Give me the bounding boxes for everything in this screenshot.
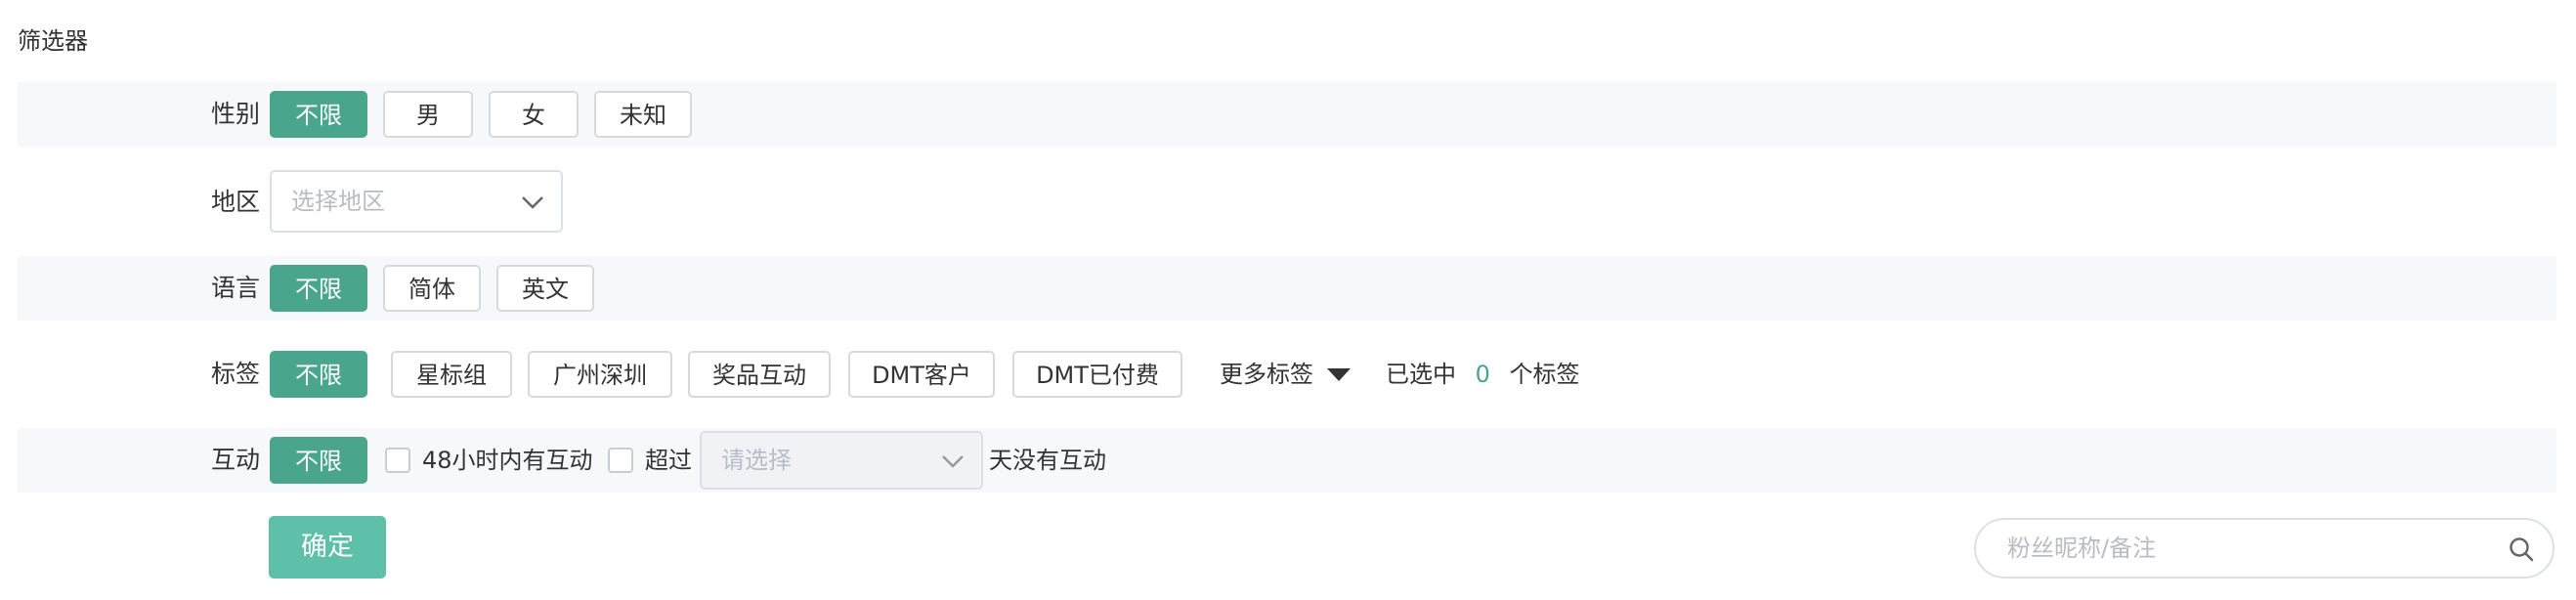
tags-label: 标签 [210, 360, 260, 388]
selected-tags-count: 0 [1475, 361, 1490, 388]
selected-tags-summary: 已选中 0 个标签 [1386, 342, 1580, 407]
region-label: 地区 [210, 188, 260, 216]
gender-option-unknown[interactable]: 未知 [594, 91, 692, 138]
language-label: 语言 [210, 274, 260, 302]
region-select[interactable]: 选择地区 [270, 170, 563, 233]
caret-down-icon [1326, 368, 1351, 381]
chevron-down-icon [522, 196, 543, 209]
selected-tags-suffix: 个标签 [1509, 361, 1580, 388]
chevron-down-icon [942, 455, 964, 468]
filter-title: 筛选器 [18, 27, 88, 55]
language-row: 语言 不限 简体 英文 [18, 256, 2556, 321]
tag-option-dmt-customer[interactable]: DMT客户 [848, 351, 995, 398]
interaction-option-any[interactable]: 不限 [270, 437, 367, 484]
gender-option-male[interactable]: 男 [383, 91, 473, 138]
search-icon[interactable] [2508, 536, 2535, 563]
no-interaction-suffix: 天没有互动 [989, 447, 1106, 474]
fan-search-placeholder: 粉丝昵称/备注 [2007, 535, 2157, 562]
selected-tags-prefix: 已选中 [1386, 361, 1456, 388]
language-option-any[interactable]: 不限 [270, 265, 367, 312]
fan-search-input[interactable]: 粉丝昵称/备注 [1974, 518, 2555, 579]
gender-label: 性别 [210, 100, 260, 128]
tag-option-any[interactable]: 不限 [270, 351, 367, 398]
tag-option-dmt-paid[interactable]: DMT已付费 [1012, 351, 1182, 398]
tag-option-starred[interactable]: 星标组 [391, 351, 512, 398]
interaction-label: 互动 [210, 446, 260, 474]
gender-row: 性别 不限 男 女 未知 [18, 82, 2556, 147]
more-tags-toggle[interactable]: 更多标签 [1220, 342, 1351, 407]
interaction-row: 互动 不限 48小时内有互动 超过 请选择 天没有互动 [18, 428, 2556, 493]
confirm-button[interactable]: 确定 [269, 516, 386, 579]
language-option-simplified[interactable]: 简体 [383, 265, 481, 312]
gender-option-any[interactable]: 不限 [270, 91, 367, 138]
tags-row: 标签 不限 星标组 广州深圳 奖品互动 DMT客户 DMT已付费 更多标签 已选… [18, 342, 2556, 407]
within-48h-checkbox[interactable] [385, 448, 410, 473]
tag-option-guangzhou-shenzhen[interactable]: 广州深圳 [528, 351, 672, 398]
more-tags-label: 更多标签 [1220, 361, 1313, 388]
region-row: 地区 选择地区 [18, 170, 2556, 235]
tag-option-prize-interaction[interactable]: 奖品互动 [688, 351, 831, 398]
region-select-placeholder: 选择地区 [291, 188, 385, 215]
gender-option-female[interactable]: 女 [489, 91, 579, 138]
over-days-checkbox[interactable] [608, 448, 633, 473]
language-option-english[interactable]: 英文 [496, 265, 594, 312]
days-select-placeholder: 请选择 [721, 447, 792, 474]
days-select[interactable]: 请选择 [700, 431, 983, 490]
over-days-label: 超过 [645, 447, 692, 474]
within-48h-label: 48小时内有互动 [422, 447, 593, 474]
